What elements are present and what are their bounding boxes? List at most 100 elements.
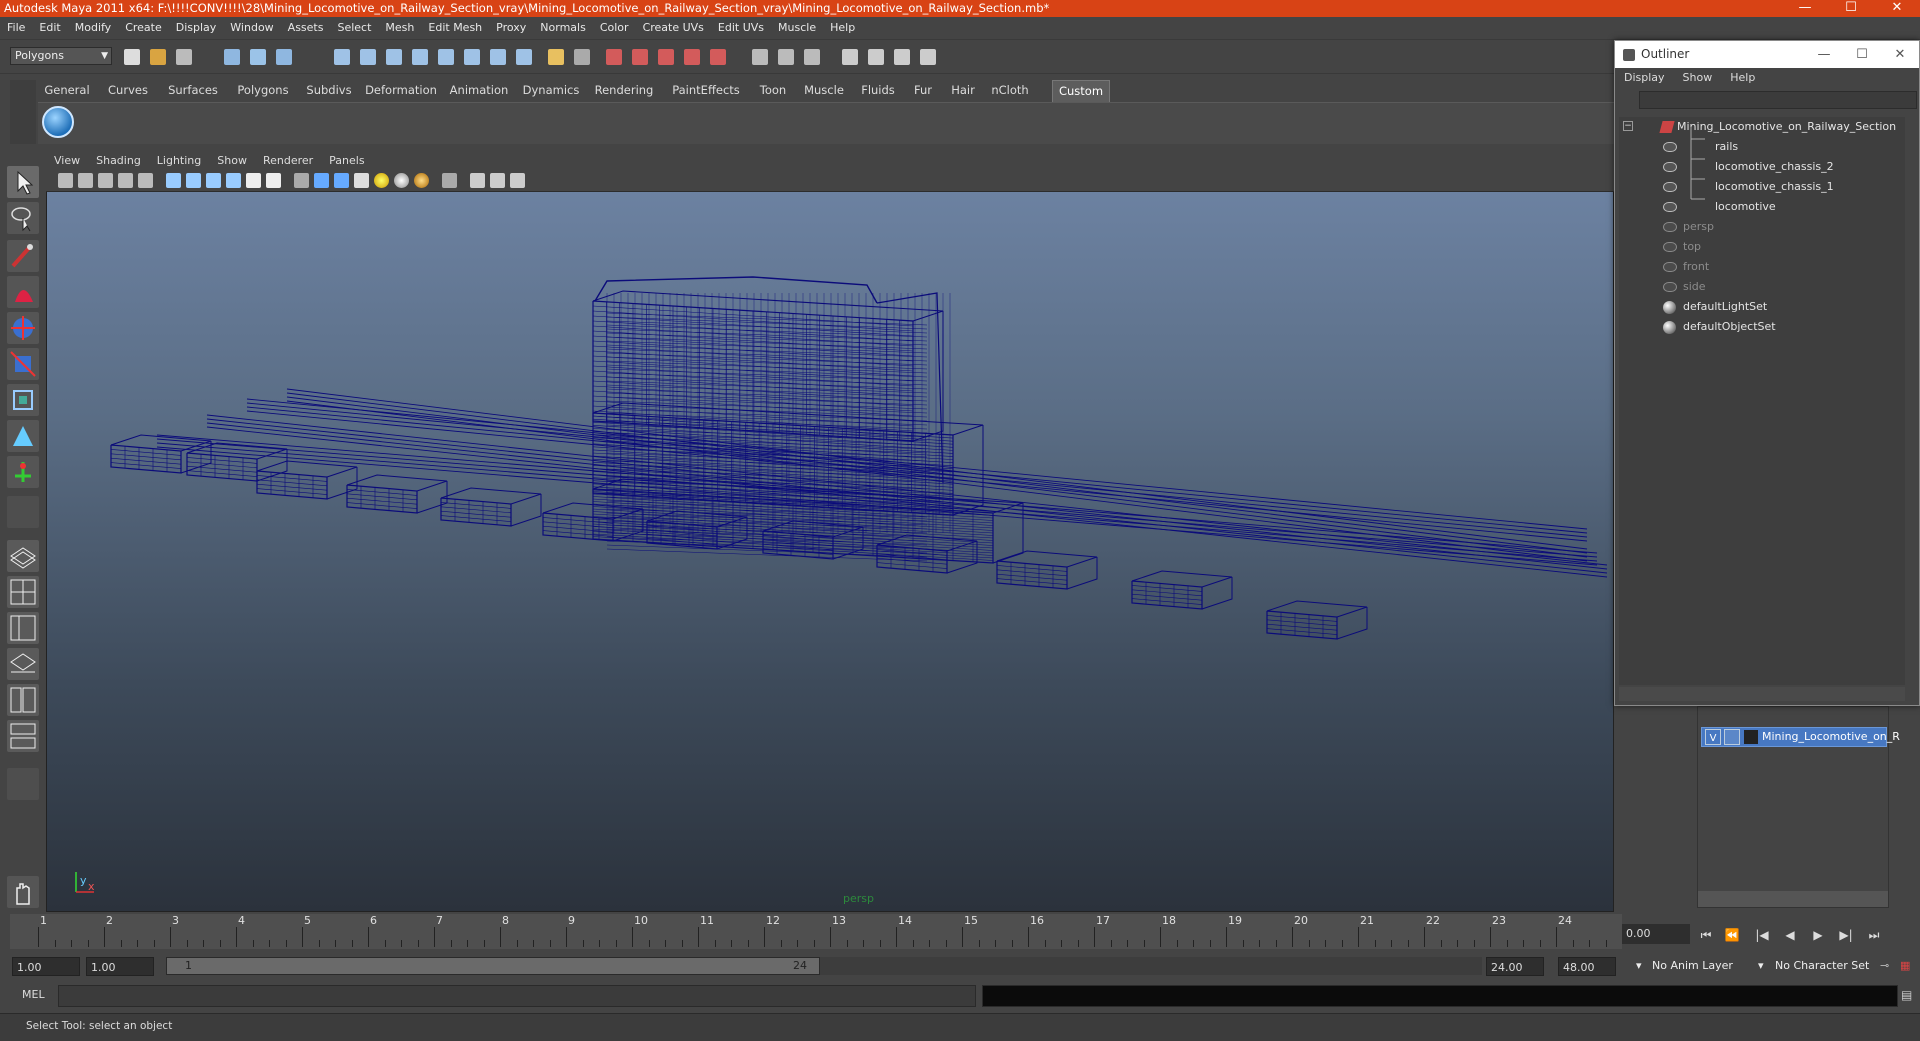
textured-icon[interactable] xyxy=(226,173,241,188)
layer-visibility-toggle[interactable]: V xyxy=(1705,729,1721,745)
anim-layer-chevron-icon[interactable]: ▾ xyxy=(1636,957,1642,975)
menu-edit[interactable]: Edit xyxy=(32,17,67,39)
outliner-minimize-button[interactable]: — xyxy=(1807,41,1841,68)
camera-attr-icon[interactable] xyxy=(78,173,93,188)
rotate-tool-icon[interactable] xyxy=(7,348,39,380)
live-surface-icon[interactable] xyxy=(438,49,454,65)
menu-mesh[interactable]: Mesh xyxy=(378,17,421,39)
history-icon[interactable] xyxy=(464,49,480,65)
open-scene-icon[interactable] xyxy=(150,49,166,65)
menu-edit-mesh[interactable]: Edit Mesh xyxy=(421,17,489,39)
smooth-shade-icon[interactable] xyxy=(186,173,201,188)
mel-label[interactable]: MEL xyxy=(22,988,45,1001)
selection-lock-icon[interactable] xyxy=(574,49,590,65)
snap-grid-icon[interactable] xyxy=(334,49,350,65)
step-forward-frame-icon[interactable]: ▶| xyxy=(1836,926,1856,944)
construction-icon[interactable] xyxy=(490,49,506,65)
bounding-box-icon[interactable] xyxy=(314,173,329,188)
shadows-icon[interactable] xyxy=(414,173,429,188)
shelf-tab-rendering[interactable]: Rendering xyxy=(588,80,660,102)
shelf-tab-muscle[interactable]: Muscle xyxy=(798,80,850,102)
ipr-render-icon[interactable] xyxy=(632,49,648,65)
menu-muscle[interactable]: Muscle xyxy=(771,17,823,39)
step-back-key-icon[interactable]: ⏪ xyxy=(1722,926,1742,944)
select-hierarchy-icon[interactable] xyxy=(224,49,240,65)
outliner-menu-help[interactable]: Help xyxy=(1721,68,1764,88)
move-tool-icon[interactable] xyxy=(7,312,39,344)
layout-graph-icon[interactable] xyxy=(7,648,39,680)
go-to-start-icon[interactable]: ⏮ xyxy=(1696,926,1716,944)
layout-hypershade-icon[interactable] xyxy=(7,720,39,752)
play-forwards-icon[interactable]: ▶ xyxy=(1808,926,1828,944)
script-editor-icon[interactable]: ▤ xyxy=(1901,988,1912,1002)
collapse-icon[interactable]: − xyxy=(1623,121,1633,131)
paint-select-tool-icon[interactable] xyxy=(7,240,39,272)
menu-normals[interactable]: Normals xyxy=(533,17,593,39)
playback-start-field[interactable]: 1.00 xyxy=(86,957,154,976)
layer-scrollbar[interactable] xyxy=(1698,891,1888,907)
shelf-tab-fluids[interactable]: Fluids xyxy=(854,80,902,102)
outliner-horizontal-scrollbar[interactable] xyxy=(1619,687,1905,701)
shelf-grip[interactable] xyxy=(10,80,36,144)
time-slider[interactable]: 1 2 3 4 5 6 7 8 9 10 11 12 13 14 15 16 17 18 19 20 21 22 23 24 xyxy=(10,914,1622,949)
snap-curve-icon[interactable] xyxy=(360,49,376,65)
snap-point-icon[interactable] xyxy=(386,49,402,65)
flat-shade-icon[interactable] xyxy=(334,173,349,188)
hypershade-icon[interactable] xyxy=(684,49,700,65)
menu-create-uvs[interactable]: Create UVs xyxy=(636,17,711,39)
hand-tool-icon[interactable] xyxy=(7,876,39,908)
shelf-tab-deformation[interactable]: Deformation xyxy=(362,80,440,102)
all-lights-icon[interactable] xyxy=(394,173,409,188)
shade-wire-icon[interactable] xyxy=(206,173,221,188)
share-view-icon[interactable] xyxy=(510,173,525,188)
menu-modify[interactable]: Modify xyxy=(68,17,118,39)
play-backwards-icon[interactable]: ◀ xyxy=(1780,926,1800,944)
anim-layer-dropdown[interactable]: No Anim Layer xyxy=(1652,957,1733,975)
panel-menu-view[interactable]: View xyxy=(46,152,88,170)
soft-mod-tool-icon[interactable] xyxy=(7,456,39,488)
select-component-icon[interactable] xyxy=(276,49,292,65)
select-camera-icon[interactable] xyxy=(442,173,457,188)
outliner-close-button[interactable]: ✕ xyxy=(1883,41,1917,68)
layout-four-icon[interactable] xyxy=(7,576,39,608)
sidebar-toggle-icon[interactable] xyxy=(778,49,794,65)
playback-end-field[interactable]: 24.00 xyxy=(1486,957,1544,976)
menu-display[interactable]: Display xyxy=(169,17,224,39)
layout-menu-icon[interactable] xyxy=(7,768,39,800)
camera-select-icon[interactable] xyxy=(58,173,73,188)
render-view-icon[interactable] xyxy=(710,49,726,65)
wireframe-icon[interactable] xyxy=(166,173,181,188)
mode-selector[interactable]: Polygons ▼ xyxy=(10,47,112,65)
key-icon[interactable]: ⊸ xyxy=(1880,957,1889,975)
grid-toggle-icon[interactable] xyxy=(138,173,153,188)
shelf-tab-dynamics[interactable]: Dynamics xyxy=(518,80,584,102)
select-tool-icon[interactable] xyxy=(7,166,39,198)
char-set-chevron-icon[interactable]: ▾ xyxy=(1758,957,1764,975)
menu-color[interactable]: Color xyxy=(593,17,636,39)
mel-input[interactable] xyxy=(58,985,976,1007)
snap-plane-icon[interactable] xyxy=(412,49,428,65)
outliner-maximize-button[interactable]: ☐ xyxy=(1845,41,1879,68)
step-back-frame-icon[interactable]: |◀ xyxy=(1752,926,1772,944)
shelf-tab-painteffects[interactable]: PaintEffects xyxy=(664,80,748,102)
check-icon[interactable] xyxy=(42,106,74,138)
channel-box-icon[interactable] xyxy=(804,49,820,65)
shelf-tab-surfaces[interactable]: Surfaces xyxy=(160,80,226,102)
panel-menu-panels[interactable]: Panels xyxy=(321,152,372,170)
layer-editor-icon[interactable] xyxy=(894,49,910,65)
manipulator-tool-icon[interactable] xyxy=(7,420,39,452)
modeling-toolkit-icon[interactable] xyxy=(920,49,936,65)
range-slider[interactable]: 1 24 xyxy=(166,957,820,975)
shelf-tab-hair[interactable]: Hair xyxy=(944,80,982,102)
lock-icon[interactable] xyxy=(548,49,564,65)
render-settings-icon[interactable] xyxy=(658,49,674,65)
minimize-button[interactable]: — xyxy=(1790,0,1820,17)
menu-create[interactable]: Create xyxy=(118,17,169,39)
layout-single-icon[interactable] xyxy=(7,540,39,572)
panel-menu-shading[interactable]: Shading xyxy=(88,152,149,170)
shelf-tab-polygons[interactable]: Polygons xyxy=(230,80,296,102)
maximize-button[interactable]: ☐ xyxy=(1836,0,1866,17)
shelf-tab-toon[interactable]: Toon xyxy=(752,80,794,102)
panel-menu-renderer[interactable]: Renderer xyxy=(255,152,321,170)
shelf-tab-custom[interactable]: Custom xyxy=(1052,80,1110,102)
